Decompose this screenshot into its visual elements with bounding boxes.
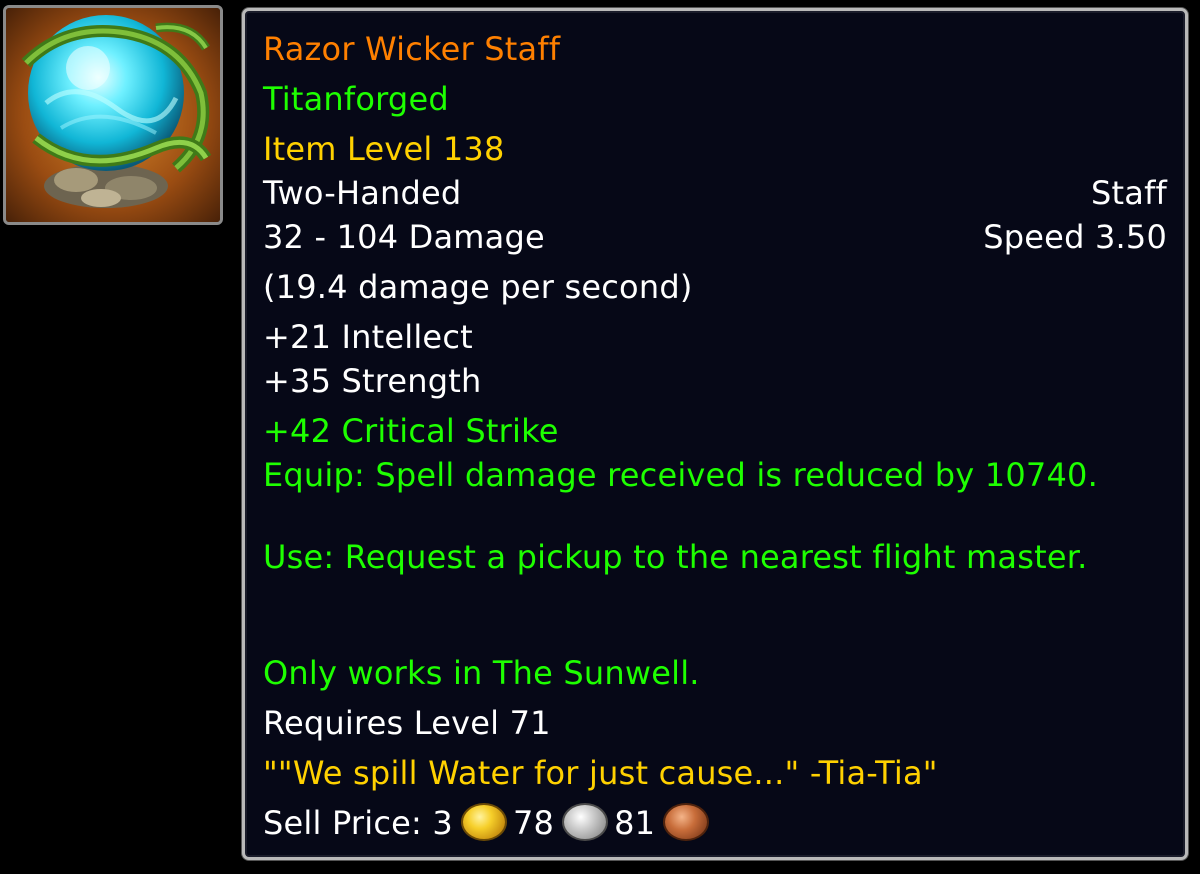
item-dps: (19.4 damage per second) (263, 268, 693, 306)
required-level: Requires Level 71 (263, 704, 551, 742)
sell-price-label: Sell Price: (263, 804, 422, 842)
stat-strength: +35 Strength (263, 362, 482, 400)
item-level: Item Level 138 (263, 130, 505, 168)
item-name: Razor Wicker Staff (263, 30, 561, 68)
slot-type-row: Two-Handed Staff (263, 173, 1167, 213)
sell-price-silver: 78 (512, 804, 555, 842)
item-tooltip: Razor Wicker Staff Titanforged Item Leve… (242, 8, 1188, 860)
item-damage: 32 - 104 Damage (263, 218, 545, 256)
item-type: Staff (1091, 174, 1167, 212)
item-slot: Two-Handed (263, 174, 462, 212)
stat-critical-strike: +42 Critical Strike (263, 412, 559, 450)
use-effect: Use: Request a pickup to the nearest fli… (263, 538, 1088, 576)
stat-intellect: +21 Intellect (263, 318, 473, 356)
item-tooltip-view: Razor Wicker Staff Titanforged Item Leve… (0, 0, 1200, 874)
copper-coin-icon (663, 803, 710, 841)
item-tag: Titanforged (263, 80, 449, 118)
sell-price: Sell Price: 3 78 81 (263, 803, 1167, 843)
item-speed: Speed 3.50 (983, 218, 1167, 256)
use-restriction: Only works in The Sunwell. (263, 654, 700, 692)
damage-speed-row: 32 - 104 Damage Speed 3.50 (263, 217, 1167, 257)
sell-price-copper: 81 (614, 804, 656, 842)
flavor-text: ""We spill Water for just cause..." -Tia… (263, 754, 938, 792)
sell-price-gold: 3 (432, 804, 453, 842)
silver-coin-icon (562, 803, 609, 841)
equip-effect: Equip: Spell damage received is reduced … (263, 456, 1098, 494)
gold-coin-icon (460, 803, 507, 841)
razor-wicker-staff-icon[interactable] (3, 5, 223, 225)
